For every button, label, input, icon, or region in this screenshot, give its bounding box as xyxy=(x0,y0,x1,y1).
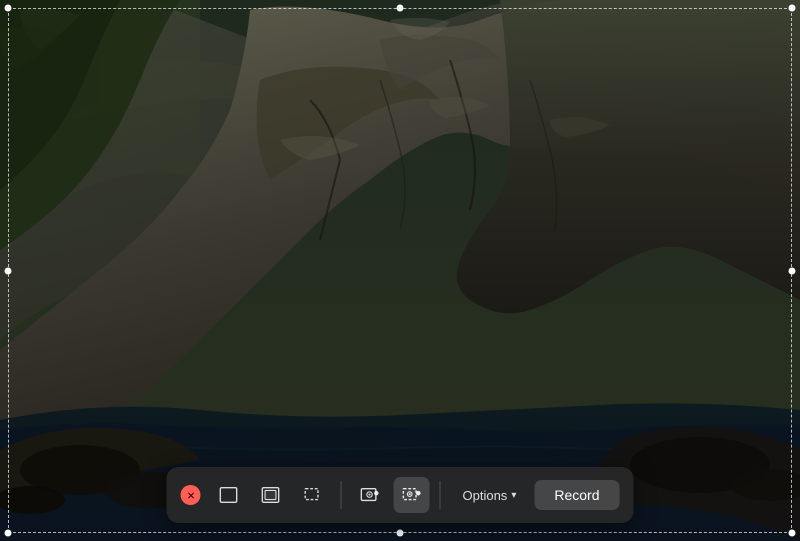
handle-bottom-center[interactable] xyxy=(397,530,404,537)
chevron-down-icon: ▾ xyxy=(511,490,516,501)
selection-capture-icon xyxy=(303,485,323,505)
handle-bottom-left[interactable] xyxy=(5,530,12,537)
close-icon xyxy=(186,491,195,500)
capture-window-button[interactable] xyxy=(253,477,289,513)
handle-top-left[interactable] xyxy=(5,5,12,12)
capture-portion-button[interactable] xyxy=(295,477,331,513)
screen-record-icon xyxy=(360,485,380,505)
main-canvas: Options ▾ Record xyxy=(0,0,800,541)
background-scene xyxy=(0,0,800,541)
record-screen-button[interactable] xyxy=(352,477,388,513)
portion-record-icon xyxy=(402,485,422,505)
toolbar-divider xyxy=(341,481,342,509)
handle-top-right[interactable] xyxy=(789,5,796,12)
options-button[interactable]: Options ▾ xyxy=(451,481,529,510)
handle-top-center[interactable] xyxy=(397,5,404,12)
record-button[interactable]: Record xyxy=(534,480,619,510)
capture-toolbar: Options ▾ Record xyxy=(167,467,634,523)
handle-middle-left[interactable] xyxy=(5,267,12,274)
fullscreen-icon xyxy=(219,485,239,505)
handle-middle-right[interactable] xyxy=(789,267,796,274)
handle-bottom-right[interactable] xyxy=(789,530,796,537)
close-button[interactable] xyxy=(181,485,201,505)
options-label: Options xyxy=(463,488,508,503)
window-capture-icon xyxy=(261,485,281,505)
toolbar-divider-2 xyxy=(440,481,441,509)
record-portion-button[interactable] xyxy=(394,477,430,513)
capture-screen-button[interactable] xyxy=(211,477,247,513)
